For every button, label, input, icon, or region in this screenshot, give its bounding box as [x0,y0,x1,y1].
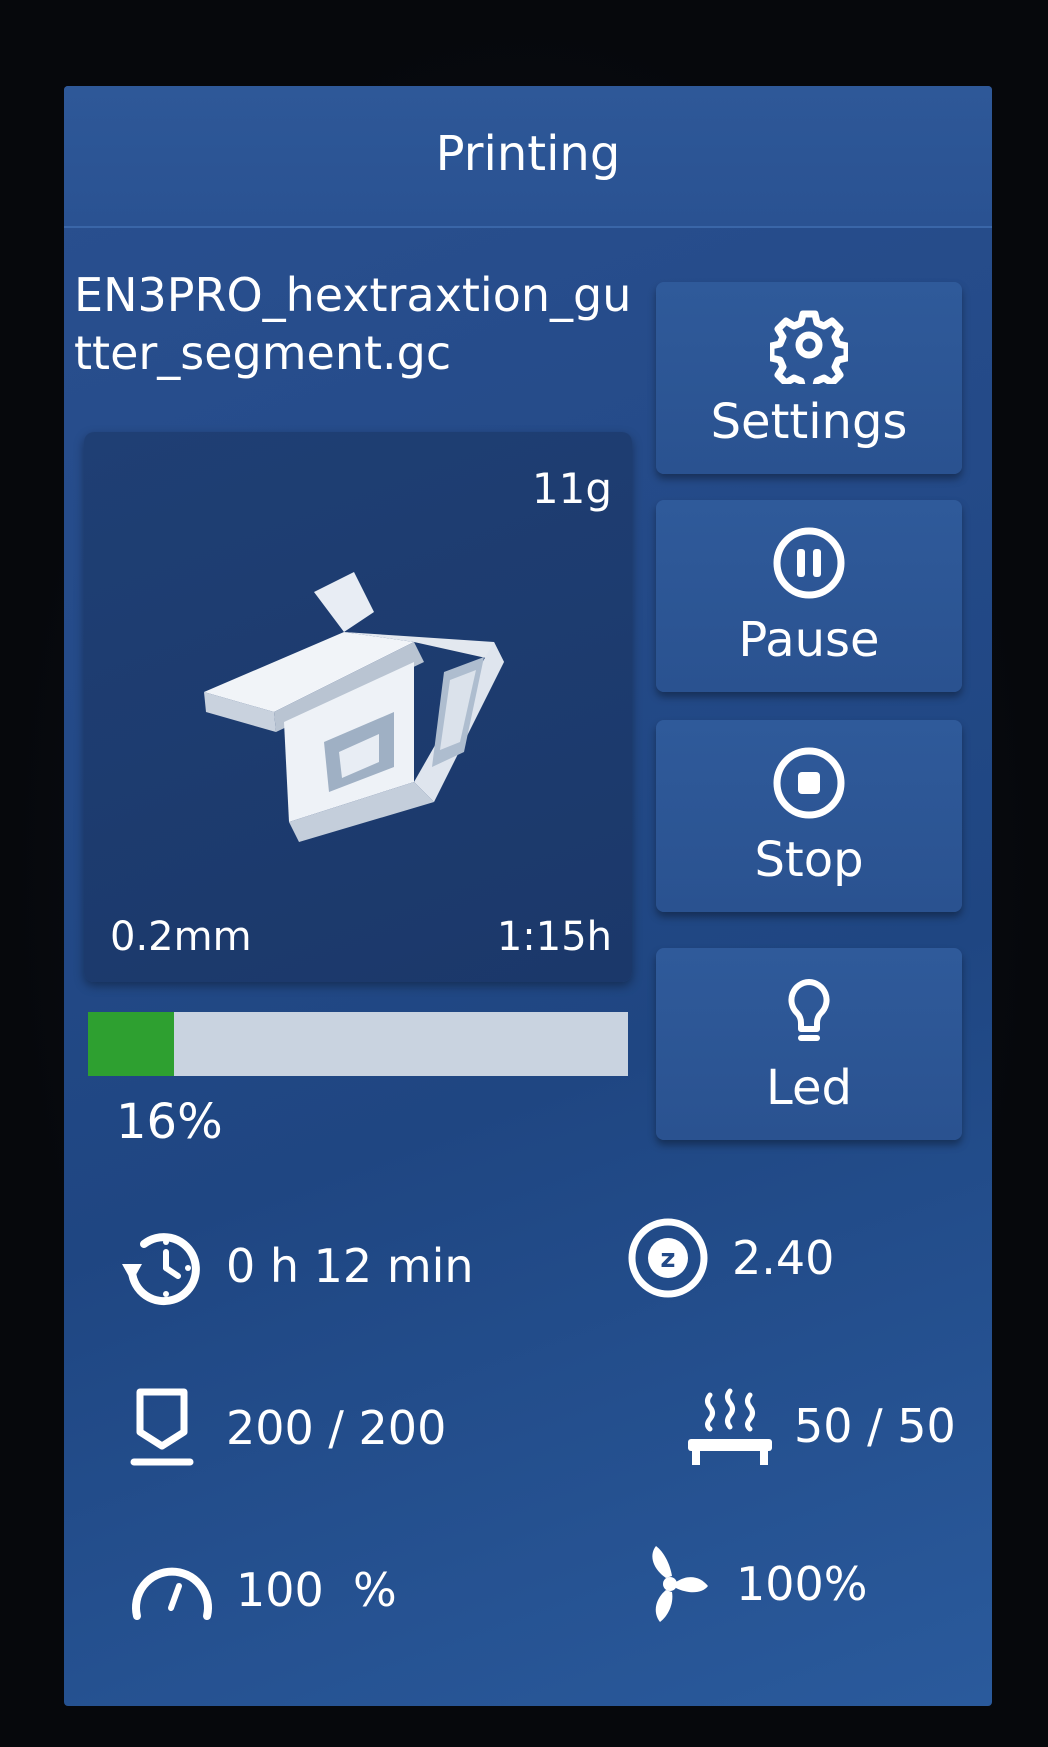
layer-height: 0.2mm [110,914,252,960]
bed-temp-stat: 50 / 50 [682,1376,956,1476]
bed-temp-value: 50 / 50 [794,1399,956,1453]
lightbulb-icon [788,979,830,1041]
gear-icon [770,310,848,384]
stop-icon [773,747,845,819]
speed-stat: 100 % [124,1540,397,1640]
z-height-value: 2.40 [732,1231,835,1285]
header-bar: Printing [64,86,992,228]
progress-fill [88,1012,175,1076]
heated-bed-icon [688,1388,772,1465]
z-axis-icon: z [628,1218,708,1298]
speed-value: 100 % [236,1563,397,1617]
fan-stat: 100% [624,1534,868,1634]
elapsed-time-stat: 0 h 12 min [114,1216,474,1316]
pause-label: Pause [738,612,880,668]
file-name: EN3PRO_hextraxtion_gutter_segment.gc [74,268,632,380]
nozzle-temp-stat: 200 / 200 [114,1378,446,1478]
pause-button[interactable]: Pause [656,500,962,692]
settings-button[interactable]: Settings [656,282,962,474]
led-button[interactable]: Led [656,948,962,1140]
elapsed-time-value: 0 h 12 min [226,1239,474,1293]
pause-icon [773,527,845,599]
model-preview: 11g 0.2mm 1:15h [84,432,632,982]
stop-button[interactable]: Stop [656,720,962,912]
settings-label: Settings [710,394,908,450]
printer-screen: Printing EN3PRO_hextraxtion_gutter_segme… [64,86,992,1706]
fan-icon [652,1546,708,1622]
speedometer-icon [132,1567,212,1620]
model-thumbnail [204,572,504,842]
page-title: Printing [435,126,621,182]
svg-text:z: z [660,1244,675,1274]
progress-bar [88,1012,628,1076]
estimated-time: 1:15h [496,914,612,960]
nozzle-icon [130,1388,194,1466]
stop-label: Stop [754,832,864,888]
z-height-stat: z 2.40 [620,1208,834,1308]
led-label: Led [766,1060,852,1116]
fan-value: 100% [736,1557,868,1611]
nozzle-temp-value: 200 / 200 [226,1401,447,1455]
timer-icon [122,1233,200,1306]
progress-percent: 16% [116,1094,223,1150]
filament-weight: 11g [531,464,612,513]
